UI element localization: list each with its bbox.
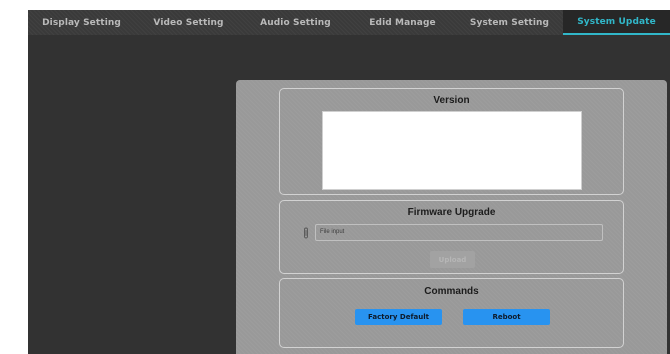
system-update-panel: Version Firmware Upgrade File input Uplo… [236, 80, 667, 354]
version-title: Version [433, 95, 470, 106]
commands-title: Commands [424, 286, 479, 297]
commands-section: Commands Factory Default Reboot [279, 278, 624, 348]
app-window: Display Setting Video Setting Audio Sett… [28, 10, 670, 354]
paperclip-icon [304, 227, 308, 239]
tab-bar: Display Setting Video Setting Audio Sett… [28, 10, 670, 35]
tab-edid-manage[interactable]: Edid Manage [349, 10, 456, 35]
tab-system-setting[interactable]: System Setting [456, 10, 563, 35]
tab-audio-setting[interactable]: Audio Setting [242, 10, 349, 35]
version-display [322, 111, 582, 190]
version-section: Version [279, 88, 624, 195]
tab-display-setting[interactable]: Display Setting [28, 10, 135, 35]
tab-video-setting[interactable]: Video Setting [135, 10, 242, 35]
firmware-upgrade-section: Firmware Upgrade File input Upload [279, 200, 624, 274]
upload-button[interactable]: Upload [430, 251, 475, 268]
reboot-button[interactable]: Reboot [463, 309, 550, 325]
tab-system-update[interactable]: System Update [563, 10, 670, 35]
file-input[interactable]: File input [315, 224, 603, 241]
factory-default-button[interactable]: Factory Default [355, 309, 442, 325]
firmware-upgrade-title: Firmware Upgrade [407, 207, 496, 218]
